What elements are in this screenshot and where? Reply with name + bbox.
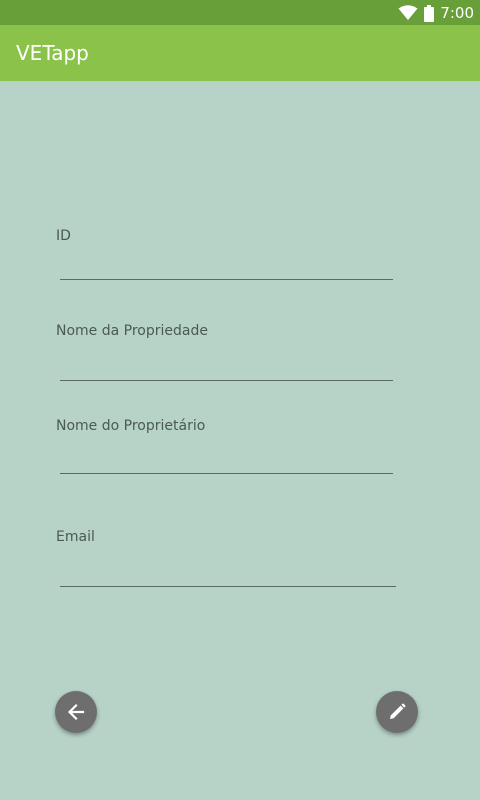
back-button[interactable] — [55, 691, 97, 733]
email-field: Email — [56, 528, 396, 587]
app-title: VETapp — [16, 41, 89, 65]
id-label: ID — [56, 228, 71, 244]
id-field: ID — [56, 227, 396, 280]
edit-button[interactable] — [376, 691, 418, 733]
owner-name-label: Nome do Proprietário — [56, 418, 206, 434]
wifi-icon — [398, 5, 418, 21]
arrow-left-icon — [66, 702, 86, 722]
email-label: Email — [56, 529, 95, 545]
owner-name-input[interactable] — [60, 446, 393, 474]
email-input[interactable] — [60, 559, 396, 587]
pencil-icon — [387, 702, 407, 722]
property-name-field: Nome da Propriedade — [56, 322, 396, 381]
status-clock: 7:00 — [440, 4, 474, 22]
id-input[interactable] — [60, 252, 393, 280]
owner-name-field: Nome do Proprietário — [56, 417, 396, 474]
status-bar: 7:00 — [0, 0, 480, 25]
property-name-input[interactable] — [60, 353, 393, 381]
app-bar: VETapp — [0, 25, 480, 81]
status-icons: 7:00 — [398, 3, 474, 23]
battery-icon — [424, 4, 435, 22]
property-name-label: Nome da Propriedade — [56, 323, 208, 339]
